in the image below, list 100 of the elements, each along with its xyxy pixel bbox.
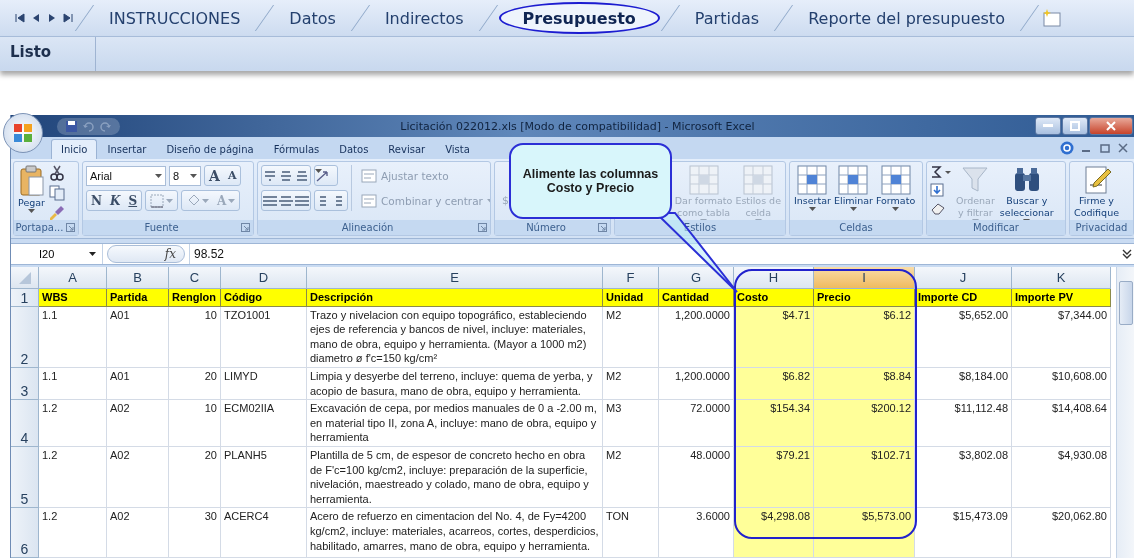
caret-icon [166, 198, 174, 203]
sum-icon[interactable] [930, 165, 952, 179]
align-top-icon[interactable] [262, 168, 278, 183]
row-header[interactable]: 3 [11, 367, 39, 401]
table-cell: 72.0000 [659, 400, 734, 447]
column-header[interactable]: B [107, 267, 169, 289]
sheet-tab[interactable]: INSTRUCCIONES [95, 2, 255, 34]
close-button[interactable] [1089, 117, 1133, 135]
ribbon-tab[interactable]: Vista [435, 139, 480, 159]
ribbon-tab[interactable]: Insertar [97, 139, 157, 159]
caret-icon [809, 207, 816, 211]
column-header[interactable]: G [659, 267, 734, 289]
dialog-launcher-icon[interactable] [66, 223, 75, 232]
group-label: Alineación [341, 222, 394, 233]
table-cell: TZO1001 [221, 306, 307, 368]
row-header[interactable]: 5 [11, 446, 39, 509]
font-size-field[interactable]: 8 [169, 165, 201, 186]
table-cell: Trazo y nivelacion con equipo topográfico, estableciendo ejes de referencia y bancos de nivel, incluye: materiales, mano de obra, equipo y herramienta. (Mayor a 1000 m2) diametro ø f'c=150 kg/cm² [307, 306, 603, 368]
formula-field[interactable]: 98.52 [189, 244, 1120, 264]
minimize-icon [1043, 124, 1053, 128]
align-bottom-icon[interactable] [294, 168, 310, 183]
sheet-tab[interactable]: Partidas [680, 2, 774, 34]
column-header[interactable]: A [39, 267, 107, 289]
column-header[interactable]: K [1012, 267, 1111, 289]
paint-bucket-icon [186, 193, 201, 208]
table-cell: $200.12 [814, 400, 915, 447]
column-heading: Partida [107, 289, 169, 307]
align-middle-icon[interactable] [278, 168, 294, 183]
ribbon-tab[interactable]: Diseño de página [156, 139, 264, 159]
caret-icon [190, 173, 197, 178]
paste-button[interactable]: Pegar [17, 165, 46, 213]
ribbon-button[interactable]: Insertar [793, 165, 832, 211]
restore-button[interactable] [1062, 117, 1088, 135]
paintbrush-icon[interactable] [49, 205, 65, 220]
help-icon[interactable] [1060, 141, 1074, 155]
first-sheet-button[interactable] [12, 13, 28, 23]
sheet-tab[interactable]: Reporte del presupuesto [794, 2, 1019, 34]
table-cell: LIMYD [221, 367, 307, 401]
column-header[interactable]: F [603, 267, 659, 289]
table-icon [838, 165, 869, 195]
italic-button[interactable]: K [105, 191, 125, 210]
find-select-button[interactable]: Buscar y seleccionar [998, 165, 1055, 220]
sheet-tab[interactable]: Datos [275, 2, 350, 34]
office-button[interactable] [3, 113, 43, 153]
sheet-tab[interactable]: Indirectos [370, 2, 478, 34]
shrink-font-button[interactable]: A [223, 166, 241, 185]
column-header[interactable]: J [915, 267, 1012, 289]
align-center-icon[interactable] [278, 193, 294, 208]
column-header[interactable]: I [814, 267, 915, 289]
underline-button[interactable]: S [124, 191, 142, 210]
row-header[interactable]: 1 [11, 289, 39, 307]
ribbon-tab[interactable]: Inicio [51, 139, 98, 159]
close-icon[interactable] [1118, 143, 1128, 153]
table-cell: $7,344.00 [1012, 306, 1111, 368]
table-cell: Acero de refuerzo en cimentacion del No. 4, de Fy=4200 kg/cm2, incluye: materiales, acarreos, cortes, desperdicios, habilitado, amarres, mano de obra, equipo y herramienta. [307, 508, 603, 558]
ribbon-button[interactable]: Formato [874, 165, 917, 211]
align-right-icon[interactable] [294, 193, 310, 208]
table-cell: $10,608.00 [1012, 367, 1111, 401]
left-arrow-icon [31, 13, 41, 23]
table-cell: $14,408.64 [1012, 400, 1111, 447]
column-header[interactable]: H [734, 267, 814, 289]
dialog-launcher-icon[interactable] [241, 223, 250, 232]
bold-button[interactable]: N [87, 191, 106, 210]
minimize-button[interactable] [1035, 117, 1061, 135]
scissors-icon[interactable] [49, 165, 65, 181]
sheet-tab[interactable]: Presupuesto [498, 2, 660, 34]
table-cell: 48.0000 [659, 446, 734, 509]
last-sheet-button[interactable] [60, 13, 76, 23]
align-left-icon[interactable] [262, 193, 278, 208]
column-header[interactable]: C [169, 267, 221, 289]
column-header[interactable]: E [307, 267, 603, 289]
vertical-scrollbar[interactable] [1116, 267, 1134, 558]
table-cell: 3.6000 [659, 508, 734, 558]
insert-function-button[interactable]: fx [107, 245, 185, 263]
dialog-launcher-icon[interactable] [598, 223, 607, 232]
column-heading: Costo [734, 289, 814, 307]
row-header[interactable]: 2 [11, 306, 39, 368]
ribbon-button[interactable]: Eliminar [833, 165, 874, 211]
font-field[interactable]: Arial [86, 165, 166, 186]
column-header[interactable]: D [221, 267, 307, 289]
caret-icon [155, 173, 162, 178]
ribbon-tab[interactable]: Fórmulas [263, 139, 330, 159]
select-all-corner[interactable] [11, 267, 39, 289]
restore-icon[interactable] [1100, 143, 1110, 153]
sign-button[interactable]: Firme y Codifique [1073, 165, 1120, 219]
grow-font-button[interactable]: A [205, 166, 224, 185]
dialog-launcher-icon[interactable] [478, 223, 487, 232]
ribbon-tab[interactable]: Revisar [378, 139, 436, 159]
save-icon[interactable] [65, 119, 78, 133]
restore-icon [1070, 121, 1080, 131]
table-cell: ACERC4 [221, 508, 307, 558]
row-header[interactable]: 4 [11, 400, 39, 447]
table-cell: 1,200.0000 [659, 367, 734, 401]
expand-icon[interactable] [1120, 247, 1134, 261]
ribbon-tab[interactable]: Datos [329, 139, 379, 159]
table-cell: A01 [107, 306, 169, 368]
name-box[interactable]: I20 [11, 244, 103, 264]
office-logo-icon [12, 122, 34, 144]
row-header[interactable]: 6 [11, 508, 39, 558]
table-cell: Excavación de cepa, por medios manuales de 0 a -2.00 m, en material tipo II, zona A, incluye: mano de obra, equipo y herramienta [307, 400, 603, 447]
